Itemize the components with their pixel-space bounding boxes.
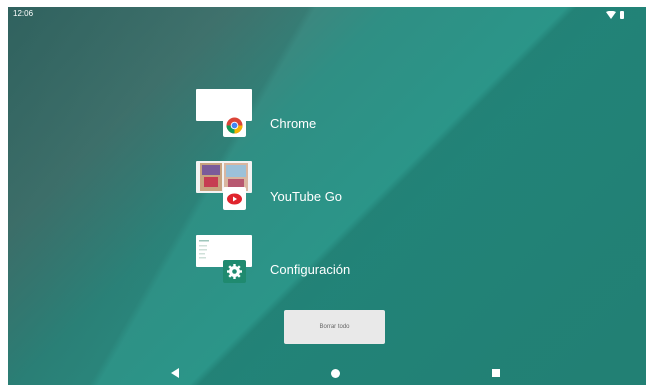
- back-triangle-icon[interactable]: [171, 368, 179, 378]
- recent-app-chrome[interactable]: Chrome: [196, 89, 416, 153]
- wifi-icon: [606, 11, 616, 19]
- status-bar: 12:06: [8, 7, 646, 23]
- youtube-go-icon: [223, 187, 246, 210]
- home-circle-icon[interactable]: [331, 369, 340, 378]
- app-label: YouTube Go: [270, 189, 343, 204]
- chrome-icon: [223, 114, 246, 137]
- status-time: 12:06: [13, 9, 34, 18]
- recents-screen: 12:06 Chrome YouTube Go Configuración Bo…: [8, 7, 646, 385]
- battery-icon: [620, 11, 624, 19]
- navigation-bar: [8, 363, 646, 385]
- recent-app-configuracion[interactable]: Configuración: [196, 235, 416, 299]
- recent-app-youtube-go[interactable]: YouTube Go: [196, 161, 416, 225]
- settings-gear-icon: [223, 260, 246, 283]
- app-label: Configuración: [270, 262, 351, 277]
- clear-all-button[interactable]: Borrar todo: [284, 310, 385, 344]
- app-label: Chrome: [270, 116, 317, 131]
- recents-square-icon[interactable]: [492, 369, 500, 377]
